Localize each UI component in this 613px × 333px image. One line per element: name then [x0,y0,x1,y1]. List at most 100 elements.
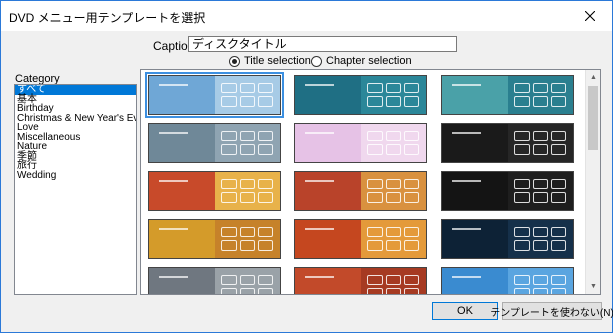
thumb-left-panel [295,124,361,162]
thumb-title-mark [159,83,189,92]
chapter-box [403,178,420,190]
template-12[interactable] [441,219,574,259]
thumb-title-mark [159,131,189,140]
template-1[interactable] [145,72,284,118]
chapter-box [239,82,255,94]
chapter-box [550,192,567,204]
thumb-left-panel [295,76,361,114]
chapter-box [367,274,383,286]
template-7[interactable] [148,171,281,211]
category-item[interactable]: Wedding [15,170,136,181]
thumb-title-mark [305,131,335,140]
template-10[interactable] [148,219,281,259]
scroll-down-arrow-icon[interactable]: ▼ [586,279,600,294]
chapter-box [550,178,567,190]
thumb-chapter-boxes [221,226,274,252]
thumb-title-mark [159,179,189,188]
category-list[interactable]: すべて 基本 Birthday Christmas & New Year's Eve L… [14,84,137,295]
chapter-box [514,226,530,238]
chapter-box [367,96,383,108]
thumb-title-mark [305,227,335,236]
chapter-box [257,226,274,238]
thumb-title-mark [305,83,335,92]
thumb-left-panel [149,76,215,114]
chapter-box [550,240,567,252]
chapter-box [385,82,401,94]
chapter-box [239,240,255,252]
template-11[interactable] [294,219,427,259]
chapter-box [221,178,237,190]
chapter-box [385,192,401,204]
chapter-box [221,274,237,286]
chapter-box [385,226,401,238]
chapter-box [532,288,548,294]
chapter-box [239,226,255,238]
chapter-box [403,192,420,204]
scroll-thumb[interactable] [588,86,598,150]
chapter-box [239,274,255,286]
chapter-box [367,82,383,94]
chapter-box [257,274,274,286]
caption-input[interactable]: ディスクタイトル [188,36,457,52]
chapter-box [257,130,274,142]
chapter-box [403,82,420,94]
radio-button[interactable] [229,55,240,67]
chapter-box [221,240,237,252]
chapter-box [514,96,530,108]
vertical-scrollbar[interactable]: ▲ ▼ [585,70,600,294]
thumb-title-mark [159,227,189,236]
thumb-left-panel [149,220,215,258]
template-8[interactable] [294,171,427,211]
chapter-box [514,130,530,142]
template-grid[interactable]: ▲ ▼ [140,69,601,295]
close-button[interactable] [567,1,612,30]
thumb-left-panel [149,124,215,162]
chapter-box [550,226,567,238]
chapter-box [221,288,237,294]
chapter-box [550,144,567,156]
chapter-box [514,192,530,204]
chapter-box [239,130,255,142]
template-3[interactable] [441,75,574,115]
template-13[interactable] [148,267,281,294]
chapter-box [367,240,383,252]
chapter-box [385,288,401,294]
chapter-box [221,130,237,142]
chapter-box [514,82,530,94]
thumb-chapter-boxes [514,130,567,156]
no-template-button[interactable]: テンプレートを使わない(N) [490,302,613,320]
chapter-box [257,96,274,108]
radio-title-selection[interactable]: Title selection [229,54,311,68]
chapter-box [532,130,548,142]
radio-button[interactable] [311,55,322,67]
scroll-up-arrow-icon[interactable]: ▲ [586,70,600,85]
template-5[interactable] [294,123,427,163]
thumb-chapter-boxes [221,178,274,204]
thumb-title-mark [452,275,482,284]
chapter-box [385,96,401,108]
chapter-box [514,274,530,286]
chapter-box [367,226,383,238]
radio-chapter-selection[interactable]: Chapter selection [311,54,412,68]
thumb-title-mark [452,83,482,92]
template-14[interactable] [294,267,427,294]
ok-button[interactable]: OK [432,302,498,320]
template-15[interactable] [441,267,574,294]
chapter-box [532,144,548,156]
thumb-title-mark [452,227,482,236]
template-4[interactable] [148,123,281,163]
thumb-chapter-boxes [514,274,567,294]
template-9[interactable] [441,171,574,211]
chapter-box [367,178,383,190]
thumb-chapter-boxes [514,82,567,108]
thumb-title-mark [305,179,335,188]
thumb-chapter-boxes [514,178,567,204]
thumb-chapter-boxes [367,130,420,156]
chapter-box [403,288,420,294]
chapter-box [403,96,420,108]
template-6[interactable] [441,123,574,163]
thumb-chapter-boxes [221,82,274,108]
thumb-left-panel [442,220,508,258]
template-2[interactable] [294,75,427,115]
chapter-box [403,274,420,286]
